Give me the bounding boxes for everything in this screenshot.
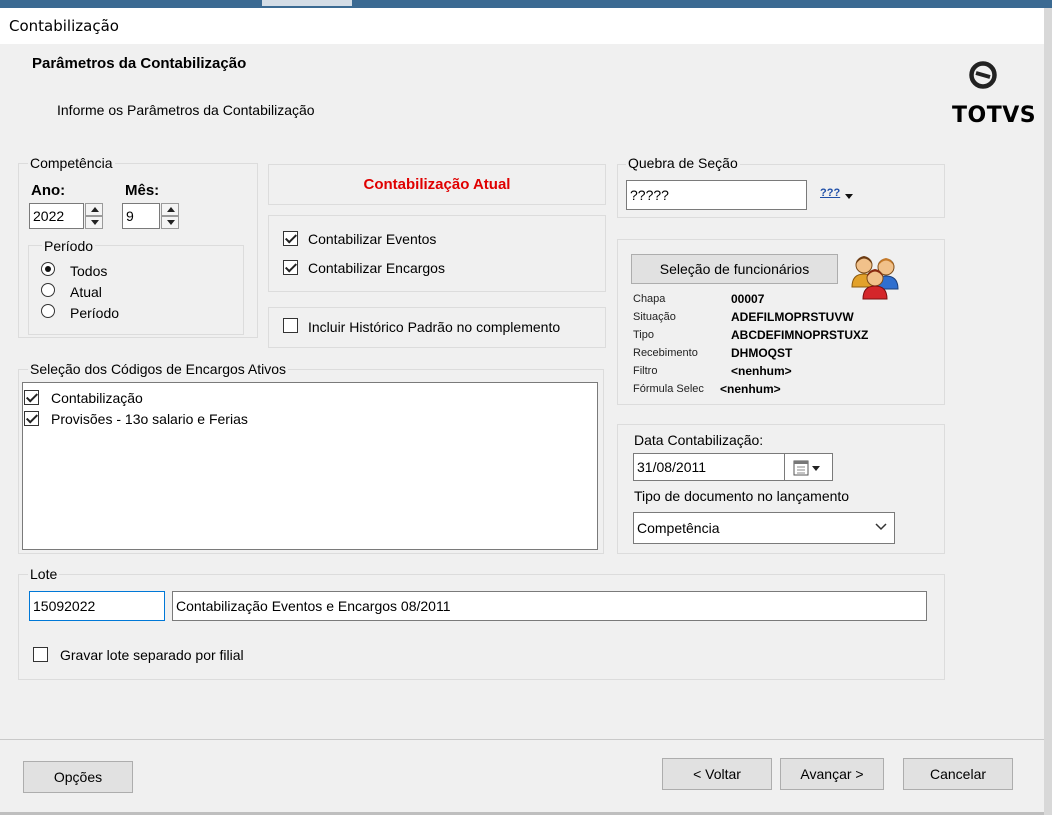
formula-selec-value: <nenhum> xyxy=(720,382,781,396)
chapa-value: 00007 xyxy=(731,292,765,306)
totvs-logo-text: TOTVS xyxy=(952,103,1037,128)
mes-spinner[interactable] xyxy=(161,203,179,229)
periodo-atual-label: Atual xyxy=(70,284,102,300)
contabilizar-options-group xyxy=(268,215,606,292)
selecao-funcionarios-button[interactable]: Seleção de funcionários xyxy=(631,254,838,284)
recebimento-label: Recebimento xyxy=(633,347,698,359)
ano-spinner[interactable] xyxy=(85,203,103,229)
cancelar-button[interactable]: Cancelar xyxy=(903,758,1013,790)
calendar-icon xyxy=(793,460,820,476)
tipo-documento-select[interactable]: Competência xyxy=(633,512,895,544)
periodo-periodo-radio[interactable] xyxy=(41,304,55,318)
voltar-button[interactable]: < Voltar xyxy=(662,758,772,790)
gravar-lote-label: Gravar lote separado por filial xyxy=(60,647,244,663)
tipo-documento-label: Tipo de documento no lançamento xyxy=(634,488,850,504)
ano-input[interactable]: 2022 xyxy=(29,203,84,229)
situacao-value: ADEFILMOPRSTUVW xyxy=(731,310,854,324)
title-bar: Contabilização xyxy=(0,8,1044,44)
recebimento-value: DHMOQST xyxy=(731,346,793,360)
tipo-value: ABCDEFIMNOPRSTUXZ xyxy=(731,328,869,342)
users-group-icon xyxy=(851,256,899,300)
avancar-button[interactable]: Avançar > xyxy=(780,758,884,790)
ano-label: Ano: xyxy=(31,182,66,199)
background-tab xyxy=(262,0,352,6)
chevron-down-icon[interactable] xyxy=(874,522,888,532)
contabilizar-encargos-checkbox[interactable] xyxy=(283,260,298,275)
incluir-historico-checkbox[interactable] xyxy=(283,318,298,333)
competencia-legend: Competência xyxy=(28,155,115,171)
wizard-footer xyxy=(0,739,1044,815)
periodo-legend: Período xyxy=(42,238,96,254)
periodo-todos-radio[interactable] xyxy=(41,262,55,276)
filtro-value: <nenhum> xyxy=(731,364,792,378)
mes-label: Mês: xyxy=(125,182,160,199)
page-title: Parâmetros da Contabilização xyxy=(32,55,247,72)
lote-group xyxy=(18,574,945,680)
encargos-list[interactable] xyxy=(22,382,598,550)
spin-down-icon[interactable] xyxy=(161,216,179,229)
quebra-secao-legend: Quebra de Seção xyxy=(626,155,740,171)
tipo-label: Tipo xyxy=(633,329,654,341)
periodo-todos-label: Todos xyxy=(70,263,108,279)
periodo-atual-radio[interactable] xyxy=(41,283,55,297)
window-title: Contabilização xyxy=(9,17,119,35)
contabilizacao-atual-label: Contabilização Atual xyxy=(363,176,511,193)
data-contabilizacao-input[interactable]: 31/08/2011 xyxy=(633,453,785,481)
mes-input[interactable]: 9 xyxy=(122,203,160,229)
periodo-periodo-label: Período xyxy=(70,305,120,321)
periodo-group xyxy=(28,245,244,335)
contabilizar-encargos-label: Contabilizar Encargos xyxy=(308,260,445,276)
encargo-provisoes-label: Provisões - 13o salario e Ferias xyxy=(51,411,248,427)
gravar-lote-checkbox[interactable] xyxy=(33,647,48,662)
contabilizar-eventos-label: Contabilizar Eventos xyxy=(308,231,437,247)
quebra-secao-lookup-button[interactable]: ??? xyxy=(820,187,840,199)
quebra-secao-input[interactable]: ????? xyxy=(626,180,807,210)
opcoes-button[interactable]: Opções xyxy=(23,761,133,793)
situacao-label: Situação xyxy=(633,311,676,323)
lote-description-input[interactable]: Contabilização Eventos e Encargos 08/201… xyxy=(172,591,927,621)
totvs-logo-icon xyxy=(969,61,997,89)
dropdown-arrow-icon[interactable] xyxy=(845,194,853,199)
encargo-contabilizacao-label: Contabilização xyxy=(51,390,143,406)
contabilizar-eventos-checkbox[interactable] xyxy=(283,231,298,246)
lote-code-input[interactable]: 15092022 xyxy=(29,591,165,621)
calendar-button[interactable] xyxy=(785,453,833,481)
encargo-provisoes-checkbox[interactable] xyxy=(24,411,39,426)
background-window-strip xyxy=(0,0,1052,8)
formula-selec-label: Fórmula Selec xyxy=(633,383,704,395)
chapa-label: Chapa xyxy=(633,293,666,305)
encargos-legend: Seleção dos Códigos de Encargos Ativos xyxy=(28,361,289,377)
incluir-historico-label: Incluir Histórico Padrão no complemento xyxy=(308,319,561,335)
window-edge xyxy=(1044,8,1052,815)
filtro-label: Filtro xyxy=(633,365,658,377)
page-subtitle: Informe os Parâmetros da Contabilização xyxy=(57,102,315,118)
spin-down-icon[interactable] xyxy=(85,216,103,229)
spin-up-icon[interactable] xyxy=(161,203,179,216)
data-contabilizacao-label: Data Contabilização: xyxy=(634,432,764,448)
spin-up-icon[interactable] xyxy=(85,203,103,216)
encargo-contabilizacao-checkbox[interactable] xyxy=(24,390,39,405)
lote-legend: Lote xyxy=(28,566,60,582)
